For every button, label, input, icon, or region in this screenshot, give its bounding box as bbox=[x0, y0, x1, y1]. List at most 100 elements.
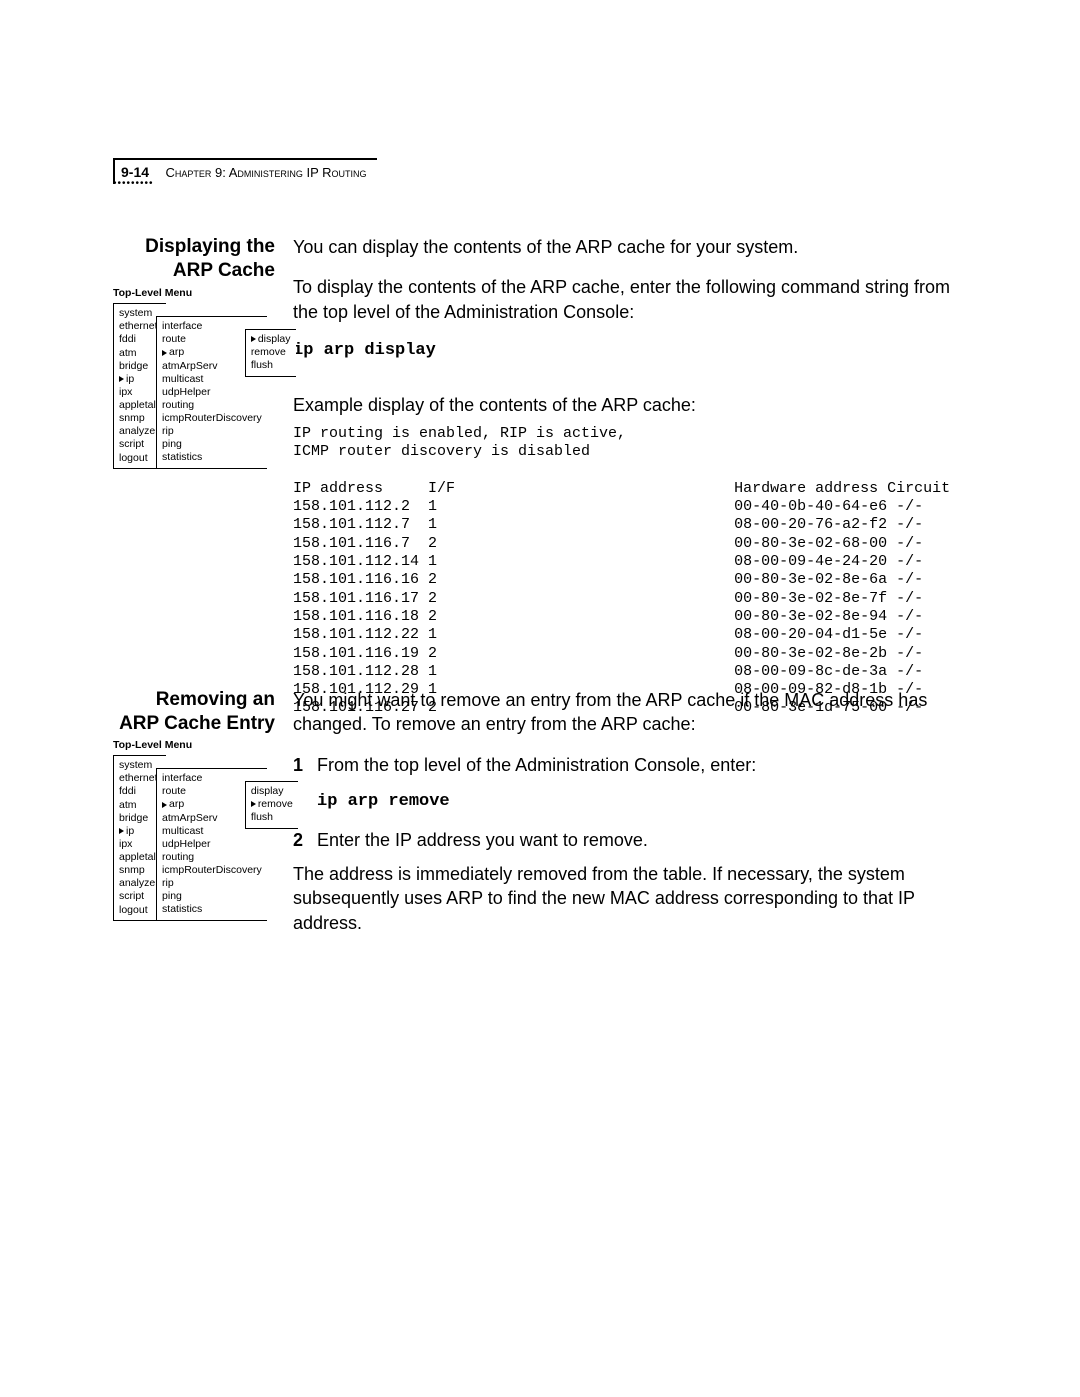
menu-item: analyzer bbox=[119, 425, 161, 438]
menu-item-label: snmp bbox=[119, 412, 145, 424]
menu-item: fddi bbox=[119, 785, 161, 798]
menu-item-label: route bbox=[162, 333, 186, 345]
step-list: From the top level of the Administration… bbox=[293, 753, 980, 935]
menu-item: rip bbox=[162, 425, 262, 438]
menu-item: remove bbox=[251, 798, 293, 811]
menu-item: flush bbox=[251, 359, 291, 372]
menu-item: ethernet bbox=[119, 772, 161, 785]
menu-item-label: remove bbox=[258, 798, 293, 810]
chevron-right-icon bbox=[251, 336, 256, 342]
menu-item-label: display bbox=[251, 785, 284, 797]
menu-item: appletalk bbox=[119, 851, 161, 864]
menu-item-label: icmpRouterDiscovery bbox=[162, 412, 262, 424]
menu-item-label: interface bbox=[162, 320, 202, 332]
menu-item-label: route bbox=[162, 785, 186, 797]
menu-item: routing bbox=[162, 851, 262, 864]
menu-item-label: ping bbox=[162, 438, 182, 450]
menu-box-1: Top-Level Menu systemethernetfddi atmbrid… bbox=[113, 287, 296, 469]
menu-item-label: appletalk bbox=[119, 399, 161, 411]
menu-item: ping bbox=[162, 890, 262, 903]
arp-cache-output: IP routing is enabled, RIP is active, IC… bbox=[293, 425, 990, 718]
menu-item: statistics bbox=[162, 903, 262, 916]
menu-item: udpHelper bbox=[162, 386, 262, 399]
menu-item: display bbox=[251, 333, 291, 346]
chevron-right-icon bbox=[119, 376, 124, 382]
menu-item-label: arp bbox=[169, 798, 184, 810]
menu-col-3: displayremoveflush bbox=[245, 781, 298, 828]
menu-item-label: bridge bbox=[119, 812, 148, 824]
step-text-2: The address is immediately removed from … bbox=[293, 862, 980, 935]
menu-item: snmp bbox=[119, 412, 161, 425]
menu-item-label: system bbox=[119, 759, 152, 771]
menu-item-label: statistics bbox=[162, 451, 202, 463]
menu-item-label: udpHelper bbox=[162, 838, 210, 850]
step-2: Enter the IP address you want to remove.… bbox=[293, 828, 980, 935]
menu-item: analyzer bbox=[119, 877, 161, 890]
menu-item-label: atmArpServ bbox=[162, 812, 217, 824]
menu-item-label: ipx bbox=[119, 838, 132, 850]
menu-item: icmpRouterDiscovery bbox=[162, 412, 262, 425]
menu-item-label: routing bbox=[162, 399, 194, 411]
chevron-right-icon bbox=[162, 350, 167, 356]
menu-title: Top-Level Menu bbox=[113, 287, 296, 300]
command: ip arp remove bbox=[317, 792, 450, 811]
menu-item-label: logout bbox=[119, 904, 148, 916]
menu-item-label: icmpRouterDiscovery bbox=[162, 864, 262, 876]
menu-item-label: multicast bbox=[162, 825, 203, 837]
menu-item-label: multicast bbox=[162, 373, 203, 385]
menu-item-label: udpHelper bbox=[162, 386, 210, 398]
step-text: Enter the IP address you want to remove. bbox=[317, 830, 648, 850]
menu-item-label: display bbox=[258, 333, 291, 345]
menu-item-label: atmArpServ bbox=[162, 360, 217, 372]
menu-item-label: snmp bbox=[119, 864, 145, 876]
step-1: From the top level of the Administration… bbox=[293, 753, 980, 814]
command: ip arp display bbox=[293, 340, 980, 363]
menu-item-label: flush bbox=[251, 359, 273, 371]
section-heading-2: Removing an ARP Cache Entry bbox=[113, 688, 293, 736]
menu-item-label: interface bbox=[162, 772, 202, 784]
section-body-1: You can display the contents of the ARP … bbox=[293, 235, 980, 433]
menu-item: atm bbox=[119, 799, 161, 812]
menu-box-2: Top-Level Menu systemethernetfddi atmbrid… bbox=[113, 739, 298, 921]
menu-item-label: ethernet bbox=[119, 320, 158, 332]
menu-item: appletalk bbox=[119, 399, 161, 412]
section-body-2: You might want to remove an entry from t… bbox=[293, 688, 980, 951]
menu-item-label: system bbox=[119, 307, 152, 319]
menu-item: system bbox=[119, 307, 161, 320]
menu-item-label: atm bbox=[119, 347, 137, 359]
menu-item: bridge bbox=[119, 360, 161, 373]
menu-item-label: fddi bbox=[119, 333, 136, 345]
menu-item-label: analyzer bbox=[119, 425, 159, 437]
menu-item: script bbox=[119, 438, 161, 451]
chevron-right-icon bbox=[251, 801, 256, 807]
menu-item-label: rip bbox=[162, 877, 174, 889]
menu-item-label: atm bbox=[119, 799, 137, 811]
menu-item: flush bbox=[251, 811, 293, 824]
menu-item: ip bbox=[119, 373, 161, 386]
menu-item: udpHelper bbox=[162, 838, 262, 851]
menu-item: system bbox=[119, 759, 161, 772]
step-text: From the top level of the Administration… bbox=[317, 755, 756, 775]
menu-item: ethernet bbox=[119, 320, 161, 333]
menu-item-label: analyzer bbox=[119, 877, 159, 889]
menu-col-3: displayremoveflush bbox=[245, 329, 296, 376]
menu-title: Top-Level Menu bbox=[113, 739, 298, 752]
menu-item: ipx bbox=[119, 838, 161, 851]
menu-item-label: bridge bbox=[119, 360, 148, 372]
menu-item-label: logout bbox=[119, 452, 148, 464]
menu-item: logout bbox=[119, 904, 161, 917]
menu-item-label: fddi bbox=[119, 785, 136, 797]
menu-item-label: script bbox=[119, 438, 144, 450]
menu-item: routing bbox=[162, 399, 262, 412]
menu-item-label: flush bbox=[251, 811, 273, 823]
menu-item: ping bbox=[162, 438, 262, 451]
terminal-output: IP routing is enabled, RIP is active, IC… bbox=[293, 425, 990, 718]
menu-item: statistics bbox=[162, 451, 262, 464]
menu-item-label: arp bbox=[169, 346, 184, 358]
menu-item: icmpRouterDiscovery bbox=[162, 864, 262, 877]
menu-item-label: ethernet bbox=[119, 772, 158, 784]
paragraph: You might want to remove an entry from t… bbox=[293, 688, 980, 737]
menu-item-label: ipx bbox=[119, 386, 132, 398]
menu-item: ip bbox=[119, 825, 161, 838]
menu-item-label: ip bbox=[126, 825, 134, 837]
